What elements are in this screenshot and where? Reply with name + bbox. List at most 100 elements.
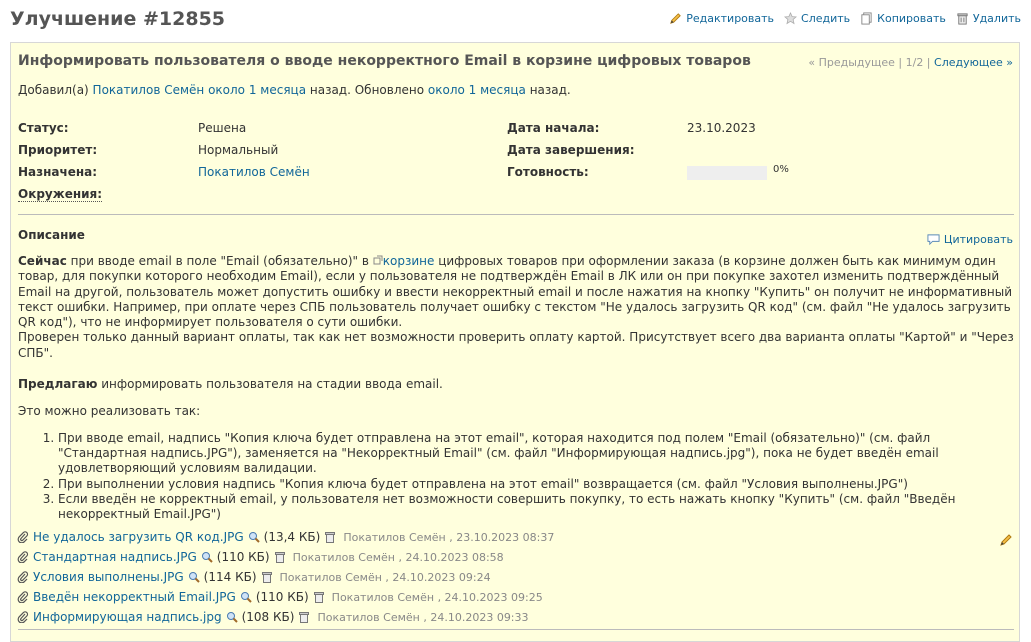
- priority-label: Приоритет:: [18, 143, 98, 157]
- attachment-author: Покатилов Семён: [317, 610, 420, 624]
- divider: [18, 214, 1014, 215]
- attachment-size: (110 КБ): [216, 550, 270, 564]
- priority-value: Нормальный: [198, 143, 279, 157]
- list-item: При вводе email, надпись "Копия ключа бу…: [58, 431, 1014, 477]
- attachment-link[interactable]: Не удалось загрузить QR код.JPG: [33, 530, 244, 544]
- author-prefix: Добавил(а): [18, 83, 93, 97]
- proposal-list: При вводе email, надпись "Копия ключа бу…: [18, 431, 1014, 523]
- attachment-date: , 24.10.2023 09:25: [437, 590, 543, 604]
- issue-navigation: « Предыдущее | 1/2 | Следующее »: [808, 56, 1013, 69]
- prev-link: « Предыдущее: [808, 56, 895, 69]
- trash-icon: [957, 13, 968, 25]
- attachment-author: Покатилов Семён: [331, 590, 435, 604]
- due-date-label: Дата завершения:: [507, 143, 635, 157]
- description-paragraph: Сейчас при вводе email в поле "Email (об…: [18, 254, 1014, 361]
- attachments-list: Не удалось загрузить QR код.JPG (13,4 КБ…: [17, 527, 1013, 627]
- list-item: При выполнении условия надпись "Копия кл…: [58, 477, 1014, 492]
- attachment-date: , 24.10.2023 08:58: [398, 550, 504, 564]
- attachment-size: (13,4 КБ): [263, 530, 321, 544]
- magnifier-icon[interactable]: [248, 531, 260, 543]
- attachment-date: , 23.10.2023 08:37: [449, 530, 555, 544]
- edit-label: Редактировать: [686, 12, 775, 25]
- start-date-label: Дата начала:: [507, 121, 600, 135]
- delete-action[interactable]: Удалить: [956, 12, 1021, 25]
- assigned-value-link[interactable]: Покатилов Семён: [198, 165, 310, 179]
- attachment-link[interactable]: Введён некорректный Email.JPG: [33, 590, 236, 604]
- author-line: Добавил(а) Покатилов Семён около 1 месяц…: [18, 83, 571, 97]
- magnifier-icon[interactable]: [201, 551, 213, 563]
- description-paragraph: Это можно реализовать так:: [18, 404, 201, 419]
- watch-action[interactable]: Следить: [784, 12, 850, 25]
- attachment-author: Покатилов Семён: [279, 570, 382, 584]
- environment-label: Окружения:: [18, 187, 103, 202]
- status-label: Статус:: [18, 121, 69, 135]
- attachment-date: , 24.10.2023 09:24: [385, 570, 491, 584]
- attachment-meta: Покатилов Семён , 24.10.2023 08:58: [293, 551, 504, 564]
- progress-bar: [687, 166, 767, 180]
- attachment-meta: Покатилов Семён , 24.10.2023 09:25: [332, 591, 543, 604]
- cart-link[interactable]: корзине: [373, 254, 435, 268]
- quote-label: Цитировать: [943, 233, 1013, 246]
- copy-action[interactable]: Копировать: [860, 12, 946, 25]
- updated-ago-link[interactable]: около 1 месяца: [428, 83, 526, 97]
- external-link-icon: [373, 255, 383, 265]
- attachment-size: (108 КБ): [241, 610, 295, 624]
- start-date-value: 23.10.2023: [687, 121, 756, 135]
- edit-action[interactable]: Редактировать: [669, 12, 774, 25]
- attachment-link[interactable]: Информирующая надпись.jpg: [33, 610, 222, 624]
- copy-icon: [861, 12, 872, 25]
- author-link[interactable]: Покатилов Семён: [93, 83, 205, 97]
- next-link[interactable]: Следующее »: [934, 56, 1013, 69]
- author-suffix: назад.: [525, 83, 571, 97]
- paperclip-icon: [17, 551, 29, 563]
- attachment-row: Стандартная надпись.JPG (110 КБ) Покатил…: [17, 547, 1013, 567]
- attachment-size: (114 КБ): [203, 570, 257, 584]
- copy-label: Копировать: [877, 12, 946, 25]
- nav-separator: |: [923, 56, 935, 69]
- attachment-row: Условия выполнены.JPG (114 КБ) Покатилов…: [17, 567, 1013, 587]
- magnifier-icon[interactable]: [240, 591, 252, 603]
- attachment-link[interactable]: Условия выполнены.JPG: [33, 570, 184, 584]
- description-text: Проверен только данный вариант оплаты, т…: [18, 330, 1014, 360]
- attachment-meta: Покатилов Семён , 24.10.2023 09:24: [280, 571, 491, 584]
- attachment-author: Покатилов Семён: [343, 530, 446, 544]
- watch-label: Следить: [801, 12, 851, 25]
- trash-icon[interactable]: [313, 591, 325, 603]
- trash-icon[interactable]: [274, 551, 286, 563]
- paperclip-icon: [17, 591, 29, 603]
- issue-actions: Редактировать Следить Копировать Удалить: [669, 12, 1021, 25]
- issue-box: Информировать пользователя о вводе некор…: [10, 42, 1020, 642]
- page-title: Улучшение #12855: [10, 8, 226, 30]
- cart-link-label: корзине: [382, 254, 435, 268]
- attachment-size: (110 КБ): [255, 590, 309, 604]
- paperclip-icon: [17, 531, 29, 543]
- trash-icon[interactable]: [324, 531, 336, 543]
- nav-separator: |: [894, 56, 906, 69]
- attachment-link[interactable]: Стандартная надпись.JPG: [33, 550, 197, 564]
- attachment-meta: Покатилов Семён , 24.10.2023 09:33: [317, 611, 528, 624]
- attachment-row: Введён некорректный Email.JPG (110 КБ) П…: [17, 587, 1013, 607]
- trash-icon[interactable]: [261, 571, 273, 583]
- description-body: Сейчас при вводе email в поле "Email (об…: [18, 254, 1014, 522]
- author-middle: назад. Обновлено: [306, 83, 428, 97]
- magnifier-icon[interactable]: [226, 611, 238, 623]
- pencil-icon: [670, 13, 682, 24]
- quote-button[interactable]: Цитировать: [927, 233, 1013, 246]
- list-item: Если введён не корректный email, у польз…: [58, 492, 1014, 523]
- assigned-label: Назначена:: [18, 165, 98, 179]
- description-heading: Описание: [18, 228, 85, 242]
- star-icon: [784, 12, 798, 25]
- attachment-date: , 24.10.2023 09:33: [423, 610, 529, 624]
- attachment-row: Не удалось загрузить QR код.JPG (13,4 КБ…: [17, 527, 1013, 547]
- magnifier-icon[interactable]: [188, 571, 200, 583]
- status-value: Решена: [198, 121, 247, 135]
- done-label: Готовность:: [507, 165, 589, 179]
- paperclip-icon: [17, 571, 29, 583]
- bold-propose: Предлагаю: [18, 377, 98, 392]
- trash-icon[interactable]: [298, 611, 310, 623]
- issue-subject: Информировать пользователя о вводе некор…: [18, 53, 751, 69]
- added-ago-link[interactable]: около 1 месяца: [208, 83, 306, 97]
- description-paragraph: Предлагаю информировать пользователя на …: [18, 377, 1014, 392]
- comment-icon: [927, 234, 940, 246]
- attachment-row: Информирующая надпись.jpg (108 КБ) Покат…: [17, 607, 1013, 627]
